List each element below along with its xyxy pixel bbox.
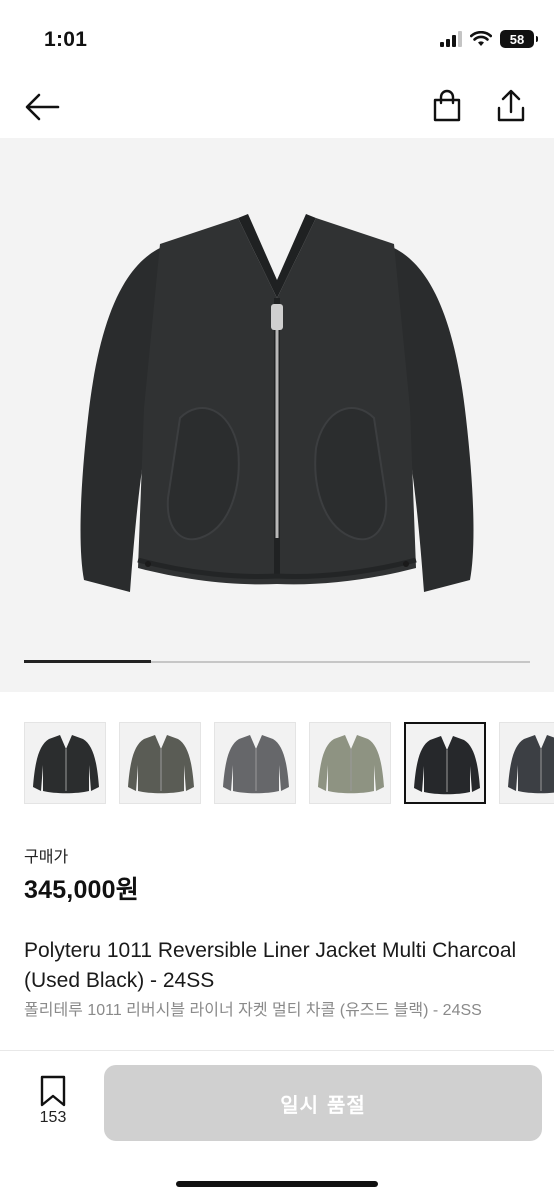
battery-icon: 58 [500, 30, 538, 48]
status-icons: 58 [440, 30, 538, 48]
thumbnail-5[interactable] [404, 722, 486, 804]
status-bar: 1:01 58 [0, 0, 554, 80]
price-value: 345,000원 [24, 876, 139, 904]
product-title-en: Polyteru 1011 Reversible Liner Jacket Mu… [24, 939, 517, 992]
home-indicator [176, 1181, 378, 1187]
battery-level: 58 [509, 31, 525, 47]
wishlist-button[interactable]: 153 [24, 1075, 82, 1131]
gallery-progress-fill [24, 660, 151, 663]
jacket-thumbnail-image [508, 735, 554, 794]
thumbnail-2[interactable] [119, 722, 201, 804]
thumbnail-strip [24, 722, 554, 806]
status-time: 1:01 [44, 28, 88, 51]
jacket-thumbnail-image [223, 735, 289, 794]
cart-button[interactable] [430, 88, 464, 124]
bottom-action-bar: 153 일시 품절 [0, 1050, 554, 1200]
shopping-bag-icon [433, 89, 461, 122]
top-navigation [0, 80, 554, 138]
share-button[interactable] [494, 88, 528, 124]
jacket-thumbnail-image [33, 735, 99, 794]
jacket-thumbnail-image [128, 735, 194, 794]
thumbnail-6[interactable] [499, 722, 554, 804]
wishlist-count: 153 [39, 1109, 67, 1126]
thumbnail-4[interactable] [309, 722, 391, 804]
price-label: 구매가 [24, 849, 69, 866]
arrow-left-icon [25, 93, 60, 121]
wifi-icon [470, 31, 492, 46]
sold-out-button[interactable]: 일시 품절 [104, 1065, 542, 1141]
cellular-signal-icon [440, 31, 462, 47]
thumbnail-3[interactable] [214, 722, 296, 804]
jacket-thumbnail-image [414, 736, 480, 795]
product-image-gallery[interactable] [0, 138, 554, 692]
jacket-thumbnail-image [318, 735, 384, 794]
share-icon [497, 89, 525, 122]
jacket-image [80, 214, 474, 592]
back-button[interactable] [22, 90, 62, 124]
bookmark-icon [40, 1075, 66, 1107]
product-title-ko: 폴리테루 1011 리버시블 라이너 자켓 멀티 차콜 (유즈드 블랙) - 2… [24, 1002, 482, 1019]
thumbnail-1[interactable] [24, 722, 106, 804]
gallery-progress-track [24, 660, 530, 663]
